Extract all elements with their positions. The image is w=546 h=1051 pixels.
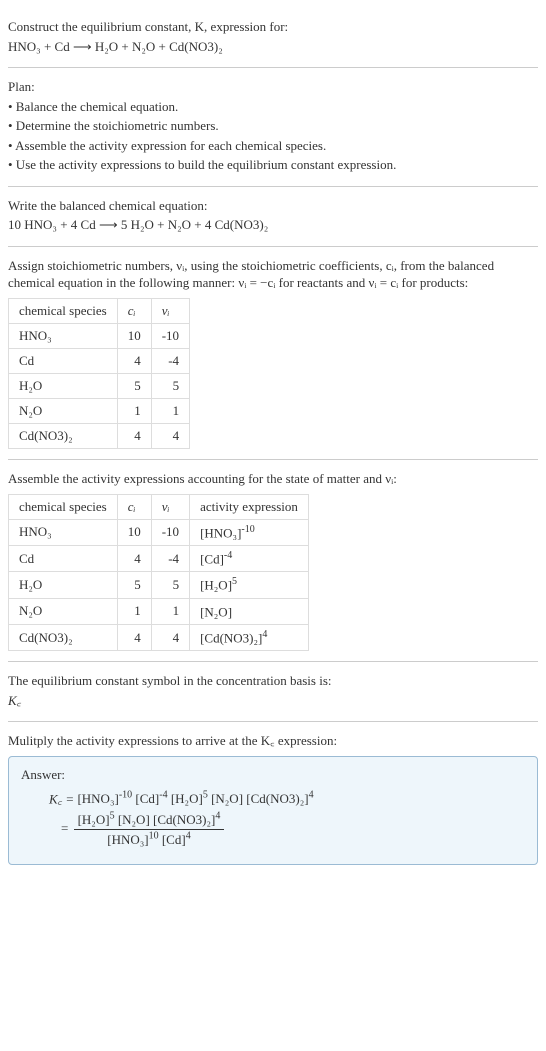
multiply-section: Mulitply the activity expressions to arr… bbox=[8, 722, 538, 875]
col-header: activity expression bbox=[190, 494, 309, 519]
v-cell: 5 bbox=[151, 374, 189, 399]
answer-line2: = [H₂O]5 [N₂O] [Cd(NO3)₂]4 [HNO₃]10 [Cd]… bbox=[49, 810, 525, 849]
fraction-denominator: [HNO₃]10 [Cd]4 bbox=[74, 830, 225, 849]
table-row: HNO₃ 10 -10 [HNO₃]-10 bbox=[9, 519, 309, 545]
table-row: H₂O 5 5 [H₂O]5 bbox=[9, 572, 309, 598]
activity-cell: [Cd]-4 bbox=[190, 545, 309, 571]
species-cell: H₂O bbox=[9, 572, 118, 598]
v-cell: -4 bbox=[151, 349, 189, 374]
fraction-numerator: [H₂O]5 [N₂O] [Cd(NO3)₂]4 bbox=[74, 810, 225, 830]
plan-item: • Balance the chemical equation. bbox=[8, 98, 538, 116]
col-header: νᵢ bbox=[151, 494, 189, 519]
table-row: Cd 4 -4 [Cd]-4 bbox=[9, 545, 309, 571]
kc-prefix: K꜀ = bbox=[49, 791, 77, 806]
stoich-table: chemical species cᵢ νᵢ HNO₃ 10 -10 Cd 4 … bbox=[8, 298, 190, 449]
term: [N₂O] bbox=[118, 812, 150, 827]
balanced-heading: Write the balanced chemical equation: bbox=[8, 197, 538, 215]
v-cell: -4 bbox=[151, 545, 189, 571]
v-cell: 4 bbox=[151, 424, 189, 449]
c-cell: 1 bbox=[117, 598, 151, 624]
table-header-row: chemical species cᵢ νᵢ bbox=[9, 299, 190, 324]
multiply-heading: Mulitply the activity expressions to arr… bbox=[8, 732, 538, 750]
table-row: Cd(NO3)₂ 4 4 bbox=[9, 424, 190, 449]
kc-symbol-line: The equilibrium constant symbol in the c… bbox=[8, 672, 538, 690]
answer-box: Answer: K꜀ = [HNO₃]-10 [Cd]-4 [H₂O]5 [N₂… bbox=[8, 756, 538, 866]
species-cell: Cd bbox=[9, 545, 118, 571]
c-cell: 10 bbox=[117, 324, 151, 349]
col-header: chemical species bbox=[9, 299, 118, 324]
plan-item: • Use the activity expressions to build … bbox=[8, 156, 538, 174]
c-cell: 4 bbox=[117, 624, 151, 650]
species-cell: Cd(NO3)₂ bbox=[9, 624, 118, 650]
term: [Cd]-4 bbox=[135, 791, 167, 806]
species-cell: N₂O bbox=[9, 399, 118, 424]
activity-section: Assemble the activity expressions accoun… bbox=[8, 460, 538, 662]
v-cell: 4 bbox=[151, 624, 189, 650]
activity-heading: Assemble the activity expressions accoun… bbox=[8, 470, 538, 488]
v-cell: -10 bbox=[151, 324, 189, 349]
species-cell: N₂O bbox=[9, 598, 118, 624]
table-header-row: chemical species cᵢ νᵢ activity expressi… bbox=[9, 494, 309, 519]
balanced-equation: 10 HNO₃ + 4 Cd ⟶ 5 H₂O + N₂O + 4 Cd(NO3)… bbox=[8, 216, 538, 234]
species-cell: HNO₃ bbox=[9, 519, 118, 545]
c-cell: 5 bbox=[117, 572, 151, 598]
v-cell: 1 bbox=[151, 598, 189, 624]
term: [HNO₃]-10 bbox=[77, 791, 132, 806]
table-row: Cd 4 -4 bbox=[9, 349, 190, 374]
equals-prefix: = bbox=[61, 820, 72, 835]
table-row: N₂O 1 1 bbox=[9, 399, 190, 424]
term: [HNO₃]10 bbox=[107, 832, 158, 847]
answer-label: Answer: bbox=[21, 767, 525, 783]
col-header: chemical species bbox=[9, 494, 118, 519]
term: [Cd]4 bbox=[162, 832, 191, 847]
plan-item: • Determine the stoichiometric numbers. bbox=[8, 117, 538, 135]
kc-symbol-section: The equilibrium constant symbol in the c… bbox=[8, 662, 538, 722]
activity-table: chemical species cᵢ νᵢ activity expressi… bbox=[8, 494, 309, 652]
species-cell: H₂O bbox=[9, 374, 118, 399]
c-cell: 1 bbox=[117, 399, 151, 424]
activity-cell: [N₂O] bbox=[190, 598, 309, 624]
intro-reaction: HNO₃ + Cd ⟶ H₂O + N₂O + Cd(NO3)₂ bbox=[8, 38, 538, 56]
term: [Cd(NO3)₂]4 bbox=[153, 812, 220, 827]
intro-section: Construct the equilibrium constant, K, e… bbox=[8, 8, 538, 68]
c-cell: 5 bbox=[117, 374, 151, 399]
term: [H₂O]5 bbox=[171, 791, 208, 806]
col-header: cᵢ bbox=[117, 494, 151, 519]
term: [Cd(NO3)₂]4 bbox=[246, 791, 313, 806]
v-cell: -10 bbox=[151, 519, 189, 545]
balanced-section: Write the balanced chemical equation: 10… bbox=[8, 187, 538, 247]
term: [H₂O]5 bbox=[78, 812, 115, 827]
c-cell: 4 bbox=[117, 545, 151, 571]
stoich-section: Assign stoichiometric numbers, νᵢ, using… bbox=[8, 247, 538, 460]
col-header: cᵢ bbox=[117, 299, 151, 324]
table-row: H₂O 5 5 bbox=[9, 374, 190, 399]
activity-cell: [H₂O]5 bbox=[190, 572, 309, 598]
intro-text: Construct the equilibrium constant, K, e… bbox=[8, 19, 288, 34]
c-cell: 4 bbox=[117, 349, 151, 374]
col-header: νᵢ bbox=[151, 299, 189, 324]
fraction: [H₂O]5 [N₂O] [Cd(NO3)₂]4 [HNO₃]10 [Cd]4 bbox=[74, 810, 225, 849]
species-cell: Cd bbox=[9, 349, 118, 374]
plan-heading: Plan: bbox=[8, 78, 538, 96]
term: [N₂O] bbox=[211, 791, 243, 806]
activity-cell: [HNO₃]-10 bbox=[190, 519, 309, 545]
table-row: HNO₃ 10 -10 bbox=[9, 324, 190, 349]
table-row: N₂O 1 1 [N₂O] bbox=[9, 598, 309, 624]
stoich-heading: Assign stoichiometric numbers, νᵢ, using… bbox=[8, 257, 538, 292]
v-cell: 1 bbox=[151, 399, 189, 424]
activity-cell: [Cd(NO3)₂]4 bbox=[190, 624, 309, 650]
kc-symbol: K꜀ bbox=[8, 692, 538, 710]
plan-section: Plan: • Balance the chemical equation. •… bbox=[8, 68, 538, 187]
answer-expression: K꜀ = [HNO₃]-10 [Cd]-4 [H₂O]5 [N₂O] [Cd(N… bbox=[21, 789, 525, 849]
plan-item: • Assemble the activity expression for e… bbox=[8, 137, 538, 155]
table-row: Cd(NO3)₂ 4 4 [Cd(NO3)₂]4 bbox=[9, 624, 309, 650]
c-cell: 10 bbox=[117, 519, 151, 545]
intro-line: Construct the equilibrium constant, K, e… bbox=[8, 18, 538, 36]
species-cell: Cd(NO3)₂ bbox=[9, 424, 118, 449]
species-cell: HNO₃ bbox=[9, 324, 118, 349]
c-cell: 4 bbox=[117, 424, 151, 449]
v-cell: 5 bbox=[151, 572, 189, 598]
answer-line1: K꜀ = [HNO₃]-10 [Cd]-4 [H₂O]5 [N₂O] [Cd(N… bbox=[49, 789, 525, 808]
